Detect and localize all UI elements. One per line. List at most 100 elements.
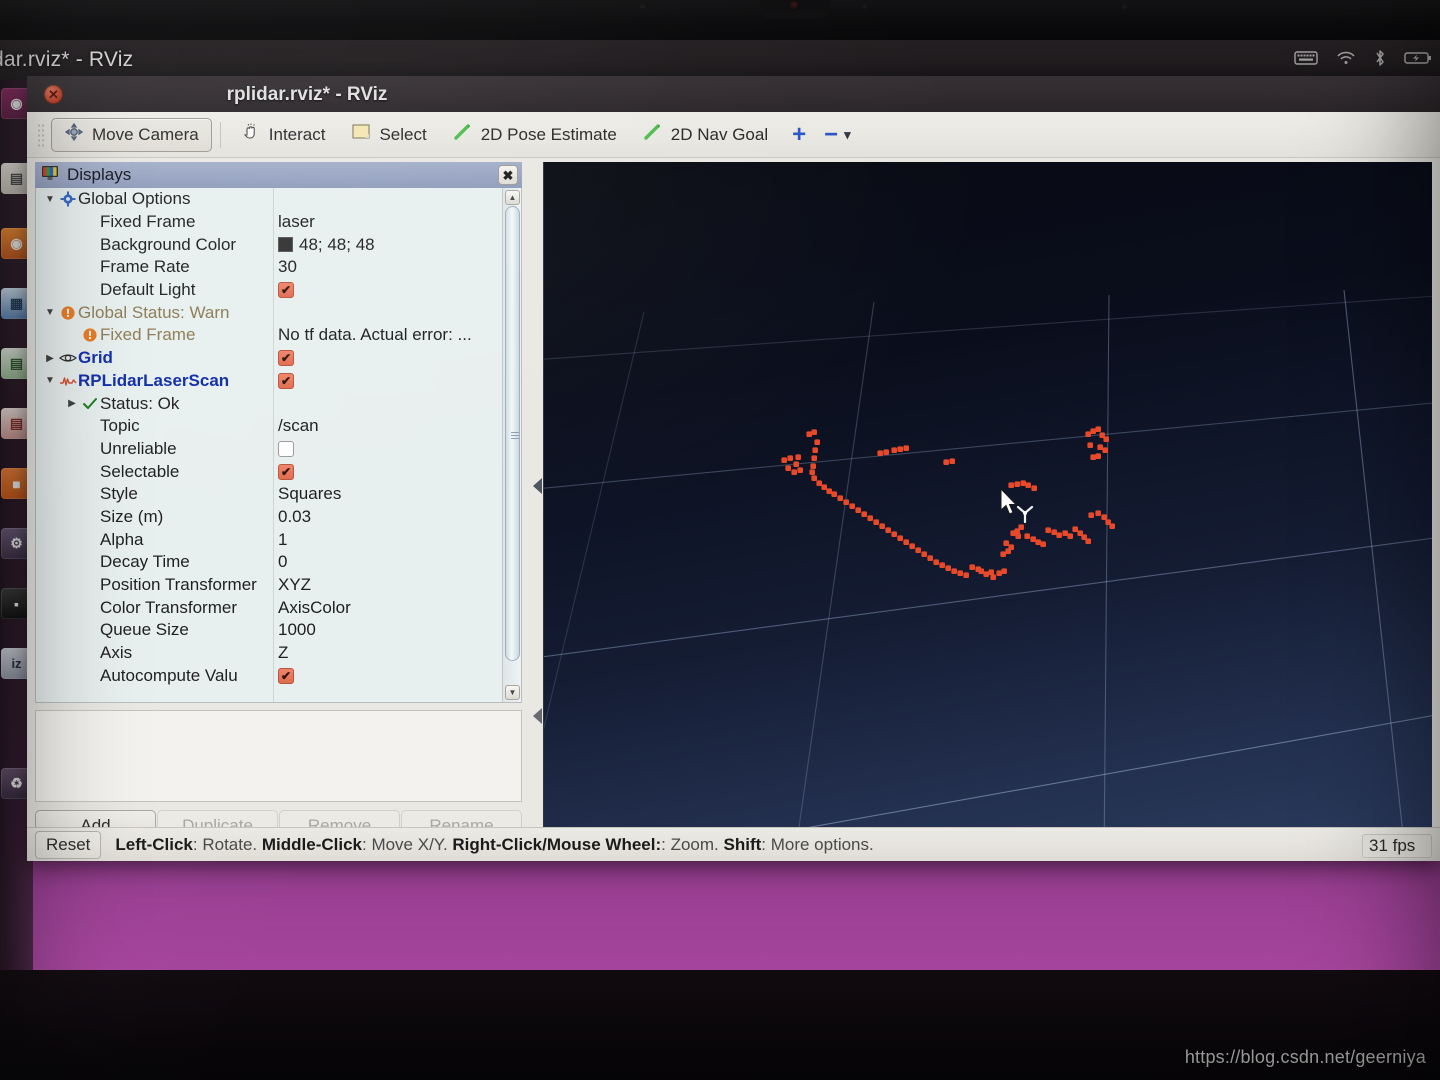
tree-row-value[interactable]: Z xyxy=(278,643,288,663)
dock-collapse-arrow-icon[interactable] xyxy=(533,708,542,724)
tool-interact[interactable]: Interact xyxy=(229,118,338,152)
tree-row[interactable]: Size (m) 0.03 xyxy=(36,506,504,529)
tree-row[interactable]: Axis Z xyxy=(36,642,504,665)
unity-top-panel: dar.rviz* - RViz xyxy=(0,40,1440,80)
tree-row-value[interactable]: Squares xyxy=(278,484,341,504)
tree-row[interactable]: Style Squares xyxy=(36,483,504,506)
laser-scan-point xyxy=(990,574,996,580)
tree-row-label: Alpha xyxy=(100,529,144,549)
tree-scrollbar[interactable]: ▲ ▼ xyxy=(502,188,521,702)
checkbox[interactable]: ✔ xyxy=(278,372,294,389)
tree-row-label: Topic xyxy=(100,416,140,436)
chevron-right-icon[interactable]: ▶ xyxy=(42,353,58,364)
tree-row-value[interactable]: 1 xyxy=(278,530,287,550)
checkbox[interactable]: ✔ xyxy=(278,282,294,299)
tree-row[interactable]: Unreliable ✔ xyxy=(36,438,504,461)
render-viewport-3d[interactable] xyxy=(543,162,1432,842)
tool-select[interactable]: Select xyxy=(339,118,438,152)
checkbox[interactable]: ✔ xyxy=(278,463,294,480)
tree-row-label: Unreliable xyxy=(100,438,177,458)
reset-view-button[interactable]: Reset xyxy=(35,830,102,859)
laser-scan-point xyxy=(1085,431,1091,437)
tree-row-value[interactable]: No tf data. Actual error: ... xyxy=(278,325,472,345)
tree-row[interactable]: Fixed Frame No tf data. Actual error: ... xyxy=(36,324,504,347)
tree-row[interactable]: Color Transformer AxisColor xyxy=(36,596,504,619)
tree-row[interactable]: ▼ Global Options xyxy=(36,188,504,211)
toolbar-grip[interactable] xyxy=(37,122,45,147)
tree-row-value[interactable]: 1000 xyxy=(278,620,316,640)
scroll-down-button[interactable]: ▼ xyxy=(505,685,520,700)
battery-icon[interactable] xyxy=(1404,50,1432,66)
tree-row-label: Autocompute Valu xyxy=(100,665,238,685)
laser-scan-point xyxy=(855,507,861,513)
displays-tree[interactable]: ▼ Global Options Fixed Frame laser Backgroun… xyxy=(35,188,522,703)
tree-row[interactable]: ▼ Global Status: Warn xyxy=(36,301,504,324)
tool-move-camera[interactable]: Move Camera xyxy=(51,117,212,152)
tree-row-label: Axis xyxy=(100,643,133,663)
tree-row-label: Queue Size xyxy=(100,620,189,640)
hint-fragment: Middle-Click xyxy=(261,834,362,854)
tree-row-value[interactable]: AxisColor xyxy=(278,598,351,618)
scrollbar-thumb[interactable] xyxy=(505,206,520,661)
tree-row-value[interactable]: XYZ xyxy=(278,575,311,595)
laser-scan-point xyxy=(1030,536,1036,542)
grid-line xyxy=(544,311,645,730)
laser-scan-point xyxy=(957,570,963,576)
laser-scan-point xyxy=(1102,447,1108,453)
tree-row[interactable]: Default Light ✔ xyxy=(36,279,504,302)
checkbox[interactable]: ✔ xyxy=(278,667,294,684)
scrollbar-grip-icon xyxy=(511,432,519,441)
displays-dock-close-button[interactable]: ✖ xyxy=(498,165,518,185)
checkbox[interactable]: ✔ xyxy=(278,350,294,367)
wifi-icon[interactable] xyxy=(1336,50,1356,66)
laser-scan-point xyxy=(814,439,820,445)
laser-scan-point xyxy=(1095,510,1101,516)
tree-row-value[interactable]: 0.03 xyxy=(278,507,311,527)
tree-row-value[interactable]: laser xyxy=(278,212,315,232)
tree-row[interactable]: Frame Rate 30 xyxy=(36,256,504,279)
tree-row-label: Fixed Frame xyxy=(100,212,196,232)
bluetooth-icon[interactable] xyxy=(1374,49,1386,67)
tree-row-value[interactable]: 30 xyxy=(278,257,297,277)
axis-marker-icon xyxy=(1014,502,1036,529)
warning-icon xyxy=(80,327,100,343)
tool-2d-pose-estimate[interactable]: 2D Pose Estimate xyxy=(441,118,629,152)
scroll-up-button[interactable]: ▲ xyxy=(505,190,520,205)
tool-2d-nav-goal[interactable]: 2D Nav Goal xyxy=(631,118,780,152)
tree-row-value[interactable]: 0 xyxy=(278,552,287,572)
laser-scan-point xyxy=(939,562,945,568)
remove-tool-button[interactable]: − ▾ xyxy=(818,118,857,152)
chevron-down-icon[interactable]: ▼ xyxy=(42,307,58,318)
tree-row-value[interactable]: 48; 48; 48 xyxy=(278,235,375,255)
tree-row[interactable]: Fixed Frame laser xyxy=(36,211,504,234)
warning-icon xyxy=(58,305,78,321)
tree-row[interactable]: Decay Time 0 xyxy=(36,551,504,574)
tree-row[interactable]: Background Color 48; 48; 48 xyxy=(36,233,504,256)
laser-scan-point xyxy=(897,535,903,541)
keyboard-icon[interactable] xyxy=(1294,50,1318,66)
tree-row[interactable]: Position Transformer XYZ xyxy=(36,574,504,597)
tree-row[interactable]: Alpha 1 xyxy=(36,528,504,551)
chevron-down-icon[interactable]: ▾ xyxy=(844,127,851,143)
panel-window-title: dar.rviz* - RViz xyxy=(0,48,134,71)
tree-row[interactable]: Autocompute Valu ✔ xyxy=(36,664,504,687)
tree-row[interactable]: Topic/scan xyxy=(36,415,504,438)
add-tool-button[interactable]: + xyxy=(782,118,816,152)
chevron-down-icon[interactable]: ▼ xyxy=(42,375,58,386)
tree-row[interactable]: ▶ Status: Ok xyxy=(36,392,504,415)
tree-row[interactable]: Queue Size 1000 xyxy=(36,619,504,642)
tree-row[interactable]: Selectable ✔ xyxy=(36,460,504,483)
laser-scan-point xyxy=(811,429,817,435)
dock-collapse-arrow-icon[interactable] xyxy=(533,478,542,494)
tree-row[interactable]: ▶ Grid ✔ xyxy=(36,347,504,370)
chevron-right-icon[interactable]: ▶ xyxy=(64,398,80,409)
checkbox[interactable]: ✔ xyxy=(278,440,294,457)
laser-scan-point xyxy=(811,475,817,481)
laser-scan-point xyxy=(810,463,816,469)
displays-monitor-icon xyxy=(41,165,59,186)
chevron-down-icon[interactable]: ▼ xyxy=(42,194,58,205)
tree-row[interactable]: ▼ RPLidarLaserScan ✔ xyxy=(36,370,504,393)
laser-scan-point xyxy=(1085,538,1091,544)
laser-scan-point xyxy=(806,431,812,437)
tree-row-value[interactable]: /scan xyxy=(278,416,319,436)
